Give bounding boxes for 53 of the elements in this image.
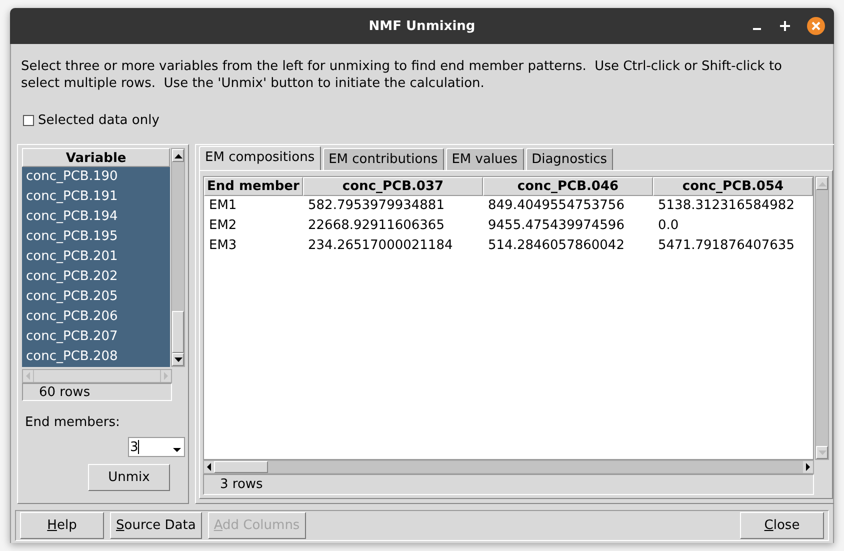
end-members-spinner[interactable]: 3 [128,437,185,457]
table-cell-text: 582.7953979934881 [307,197,446,215]
tab[interactable]: EM contributions [322,148,444,170]
column-header[interactable]: End member [204,177,303,196]
table-cell-text: 514.2846057860042 [487,237,626,255]
arrow-down-icon[interactable] [174,356,183,362]
variable-row[interactable]: conc_PCB.201 [22,247,170,267]
column-header[interactable]: conc_PCB.046 [483,177,653,196]
row-count: 3 rows [203,474,814,495]
tab[interactable]: Diagnostics [526,148,614,170]
arrow-up-icon[interactable] [174,152,183,158]
unmix-button[interactable]: Unmix [88,464,170,491]
table-cell-text: 849.4049554753756 [487,197,626,215]
variable-row[interactable]: conc_PCB.191 [22,187,170,207]
variable-row[interactable]: conc_PCB.190 [22,167,170,187]
table-cell-text: 5138.312316584982 [657,197,796,215]
column-header[interactable]: conc_PCB.054 [653,177,813,196]
variable-row[interactable]: conc_PCB.205 [22,287,170,307]
horizontal-scrollbar[interactable] [203,460,814,474]
column-header[interactable]: Variable [22,148,170,167]
tab[interactable]: EM compositions [199,146,321,170]
checkbox-label: Selected data only [38,112,160,128]
close-icon[interactable] [806,16,826,36]
variable-row[interactable]: conc_PCB.194 [22,207,170,227]
variable-row[interactable]: conc_PCB.202 [22,267,170,287]
table-cell-text: EM1 [208,197,238,215]
table-cell-text: 5471.791876407635 [657,237,796,255]
caret-down-icon[interactable] [173,448,181,453]
checkbox[interactable] [23,114,34,126]
table-cell-text: 9455.475439974596 [487,217,626,235]
scrollbar-thumb[interactable] [172,311,184,353]
instructions-text: Select three or more variables from the left for unmixing to find end member patterns. Use Ctrl-click or Shift-click to select multiple rows. Use the 'Unmix' button to initiate the calculation. [21,58,784,92]
vertical-scrollbar[interactable] [171,148,185,367]
row-count: 60 rows [22,383,172,401]
table-cell-text: 22668.92911606365 [307,217,446,235]
arrow-right-icon[interactable] [803,461,813,473]
dialog-button[interactable]: Source Data [110,512,202,539]
maximize-icon[interactable] [778,19,792,33]
dialog-button[interactable]: Help [20,512,104,539]
close-button[interactable]: Close [740,512,824,539]
table-cell-text: EM3 [208,237,238,255]
window-title: NMF Unmixing [368,18,476,34]
end-members-label: End members: [25,415,121,430]
table-cell-text: EM2 [208,217,238,235]
column-header[interactable]: conc_PCB.037 [303,177,483,196]
variable-row[interactable]: conc_PCB.206 [22,307,170,327]
variable-row[interactable]: conc_PCB.208 [22,347,170,367]
variable-row[interactable]: conc_PCB.195 [22,227,170,247]
table-cell-text: 234.26517000021184 [307,237,454,255]
table-cell-text: 0.0 [657,217,680,235]
tab[interactable]: EM values [446,148,524,170]
scrollbar-thumb[interactable] [214,461,268,473]
variable-row[interactable]: conc_PCB.207 [22,327,170,347]
